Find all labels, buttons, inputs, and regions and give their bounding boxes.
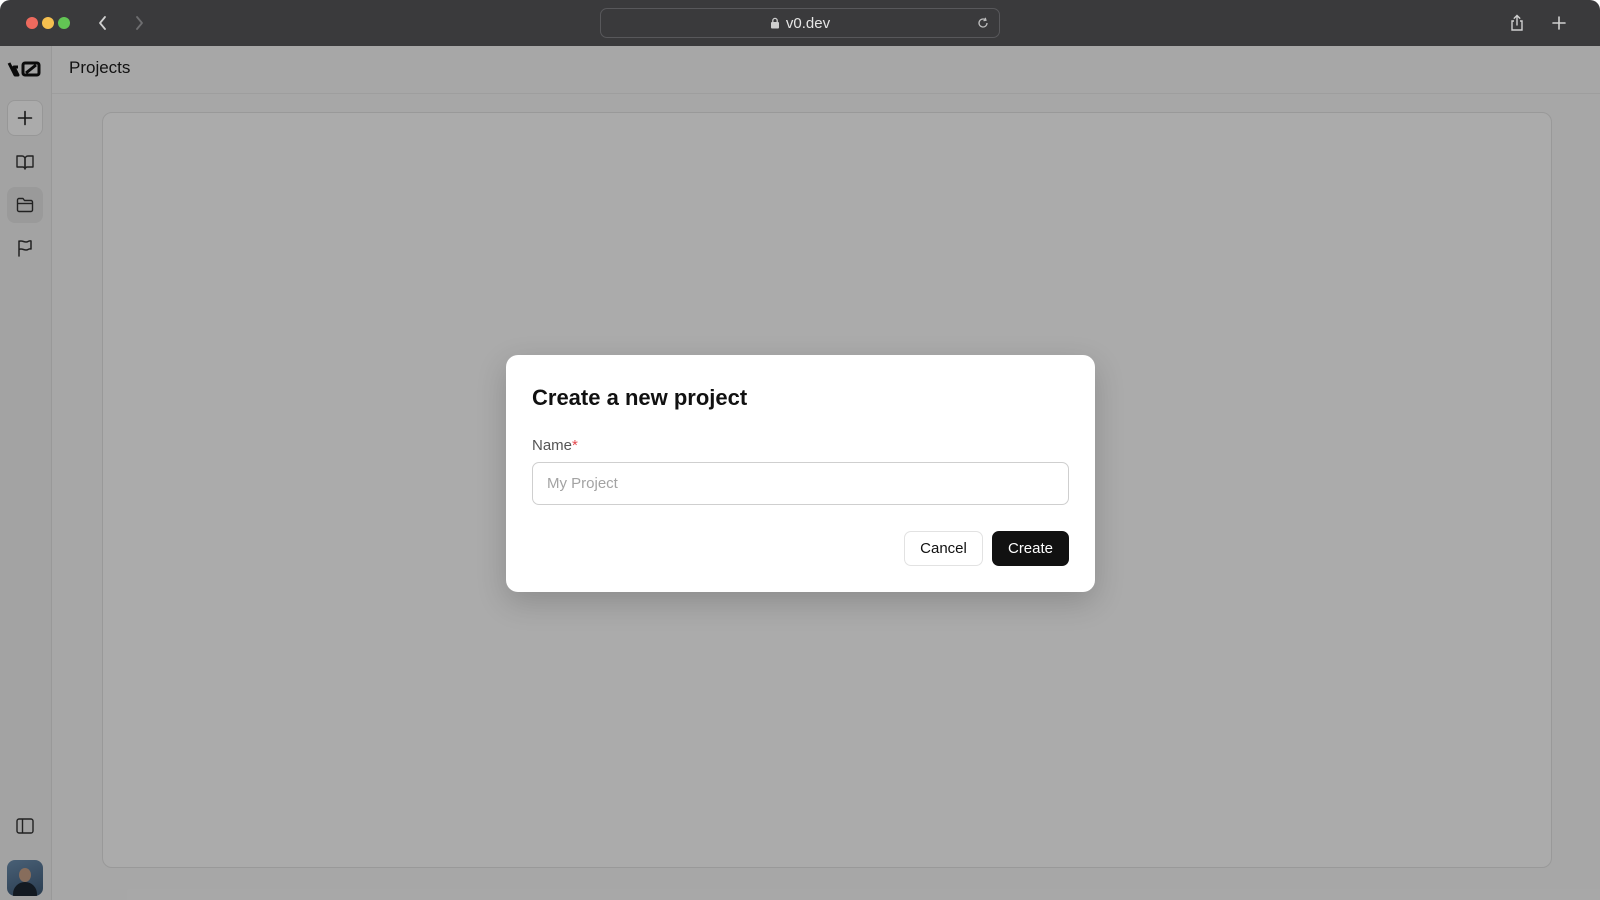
new-tab-button[interactable] — [1548, 12, 1570, 34]
url-text: v0.dev — [785, 14, 831, 32]
name-field-label: Name* — [532, 437, 578, 454]
share-button[interactable] — [1506, 12, 1528, 34]
reload-button[interactable] — [975, 15, 991, 31]
forward-button[interactable] — [128, 12, 150, 34]
plus-icon — [1552, 16, 1566, 30]
project-name-input[interactable] — [532, 462, 1069, 505]
create-project-dialog: Create a new project Name* Cancel Create — [506, 355, 1095, 592]
close-window-button[interactable] — [26, 17, 38, 29]
chevron-right-icon — [136, 16, 143, 30]
reload-icon — [978, 17, 988, 28]
required-mark: * — [572, 437, 578, 454]
maximize-window-button[interactable] — [58, 17, 70, 29]
lock-icon — [770, 17, 779, 29]
create-button[interactable]: Create — [992, 531, 1069, 566]
chevron-left-icon — [99, 16, 106, 30]
cancel-button[interactable]: Cancel — [904, 531, 983, 566]
share-icon — [1511, 14, 1523, 31]
name-label-text: Name — [532, 437, 573, 454]
address-bar[interactable]: v0.dev — [600, 8, 1000, 38]
minimize-window-button[interactable] — [42, 17, 54, 29]
back-button[interactable] — [92, 12, 114, 34]
dialog-title: Create a new project — [532, 385, 748, 410]
browser-toolbar: v0.dev — [0, 0, 1600, 46]
